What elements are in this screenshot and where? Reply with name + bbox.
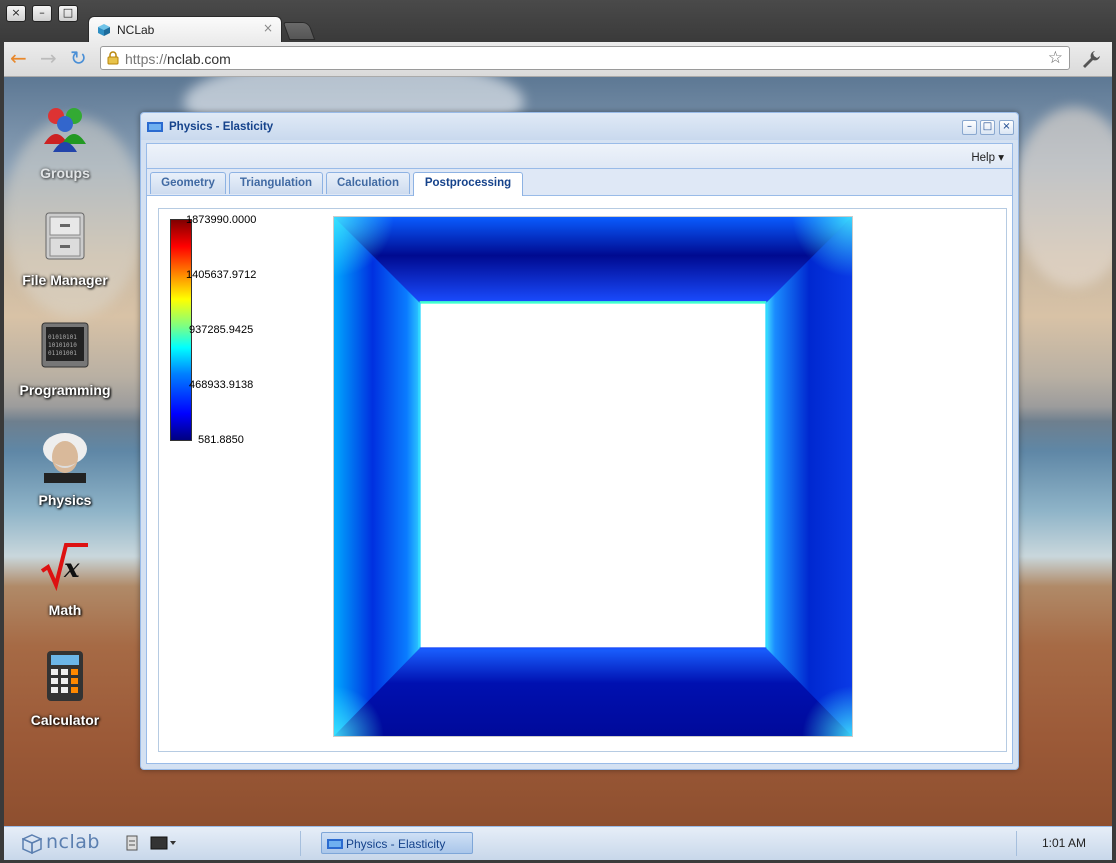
colorbar-label-max: 1873990.0000 [186,214,257,226]
svg-text:x: x [63,554,80,584]
back-arrow-icon[interactable]: ← [10,48,27,68]
frame-right [1112,42,1116,863]
desktop-icon-label: Math [48,602,82,618]
desktop-icon-label: Physics [38,492,92,508]
clock: 1:01 AM [1041,836,1086,850]
window-menubar: Help ▾ [146,143,1013,169]
tab-postprocessing[interactable]: Postprocessing [413,172,523,196]
svg-text:01101001: 01101001 [48,350,77,357]
stress-field-plot [333,216,853,737]
wrench-icon[interactable] [1081,49,1101,69]
minimize-window-button[interactable]: – [32,5,52,22]
desktop-icon-physics[interactable]: Physics [4,429,126,508]
square-root-icon: x [40,543,88,592]
file-cabinet-small-icon[interactable] [126,835,138,851]
svg-text:10101010: 10101010 [48,342,77,349]
elasticity-app-icon [147,122,163,132]
colorbar-label-min: 581.8850 [198,434,244,446]
taskbar-separator [1016,831,1017,856]
taskbar: nclab Physics - Elasticity 1:01 AM [4,826,1112,860]
calculator-icon [47,651,83,701]
colorbar-label: 1405637.9712 [186,269,257,281]
browser-toolbar: ← → ↻ https://nclab.com ☆ [0,42,1116,77]
taskbar-separator [300,831,301,856]
window-titlebar[interactable]: Physics - Elasticity – □ × [141,113,1018,140]
bookmark-star-icon[interactable]: ☆ [1048,48,1063,68]
svg-text:01010101: 01010101 [48,334,77,341]
visualization-area: 1873990.0000 1405637.9712 937285.9425 46… [158,208,1007,752]
close-window-button[interactable]: × [6,5,26,22]
maximize-window-button[interactable]: □ [58,5,78,22]
maximize-icon[interactable]: □ [980,120,995,135]
nclab-logo-icon [22,834,42,854]
desktop-icon-calculator[interactable]: Calculator [4,649,126,728]
new-tab-button[interactable] [282,22,316,40]
einstein-portrait-icon [43,433,87,483]
tab-geometry[interactable]: Geometry [150,172,226,194]
colorbar-label: 937285.9425 [189,324,254,336]
desktop-icon-label: Programming [19,382,111,398]
close-icon[interactable]: × [999,120,1014,135]
browser-tab-title: NCLab [117,23,155,37]
groups-icon [44,108,86,152]
taskbar-task-label: Physics - Elasticity [346,837,446,851]
browser-tab[interactable]: NCLab × [88,16,282,42]
desktop-icon-programming[interactable]: 01010101 10101010 01101001 Programming [4,319,126,398]
url-text: https://nclab.com [125,51,231,67]
nclab-cube-icon [98,24,110,36]
desktop-icon-groups[interactable]: Groups [4,102,126,181]
browser-titlebar: × – □ NCLab × [0,0,1116,42]
colorbar-label: 468933.9138 [189,379,254,391]
tab-strip: Geometry Triangulation Calculation Postp… [146,169,1013,196]
reload-icon[interactable]: ↻ [70,48,87,68]
physics-elasticity-window: Physics - Elasticity – □ × Help ▾ Geomet… [140,112,1019,770]
desktop-icon-math[interactable]: x Math [4,539,126,618]
postprocessing-panel: 1873990.0000 1405637.9712 937285.9425 46… [146,196,1013,764]
desktop-icon-label: Groups [40,165,90,181]
elasticity-app-icon [327,839,343,849]
file-cabinet-icon [45,212,85,260]
forward-arrow-icon[interactable]: → [40,48,57,68]
taskbar-task-physics-elasticity[interactable]: Physics - Elasticity [321,832,473,854]
desktop-icon-label: Calculator [30,712,100,728]
cloud [1014,107,1112,287]
desktop-icon-file-manager[interactable]: File Manager [4,209,126,288]
tab-close-icon[interactable]: × [263,21,273,35]
tab-calculation[interactable]: Calculation [326,172,410,194]
help-menu[interactable]: Help ▾ [971,150,1004,164]
nclab-logo-text[interactable]: nclab [46,831,100,853]
desktop-icon-label: File Manager [22,272,108,288]
minimize-icon[interactable]: – [962,120,977,135]
lock-icon [107,51,119,65]
tab-triangulation[interactable]: Triangulation [229,172,323,194]
desktop-menu-icon[interactable] [150,836,176,850]
window-title: Physics - Elasticity [169,121,274,133]
address-bar[interactable]: https://nclab.com ☆ [100,46,1070,70]
binary-screen-icon: 01010101 10101010 01101001 [41,322,89,368]
dropdown-arrow-icon: ▾ [998,152,1004,164]
